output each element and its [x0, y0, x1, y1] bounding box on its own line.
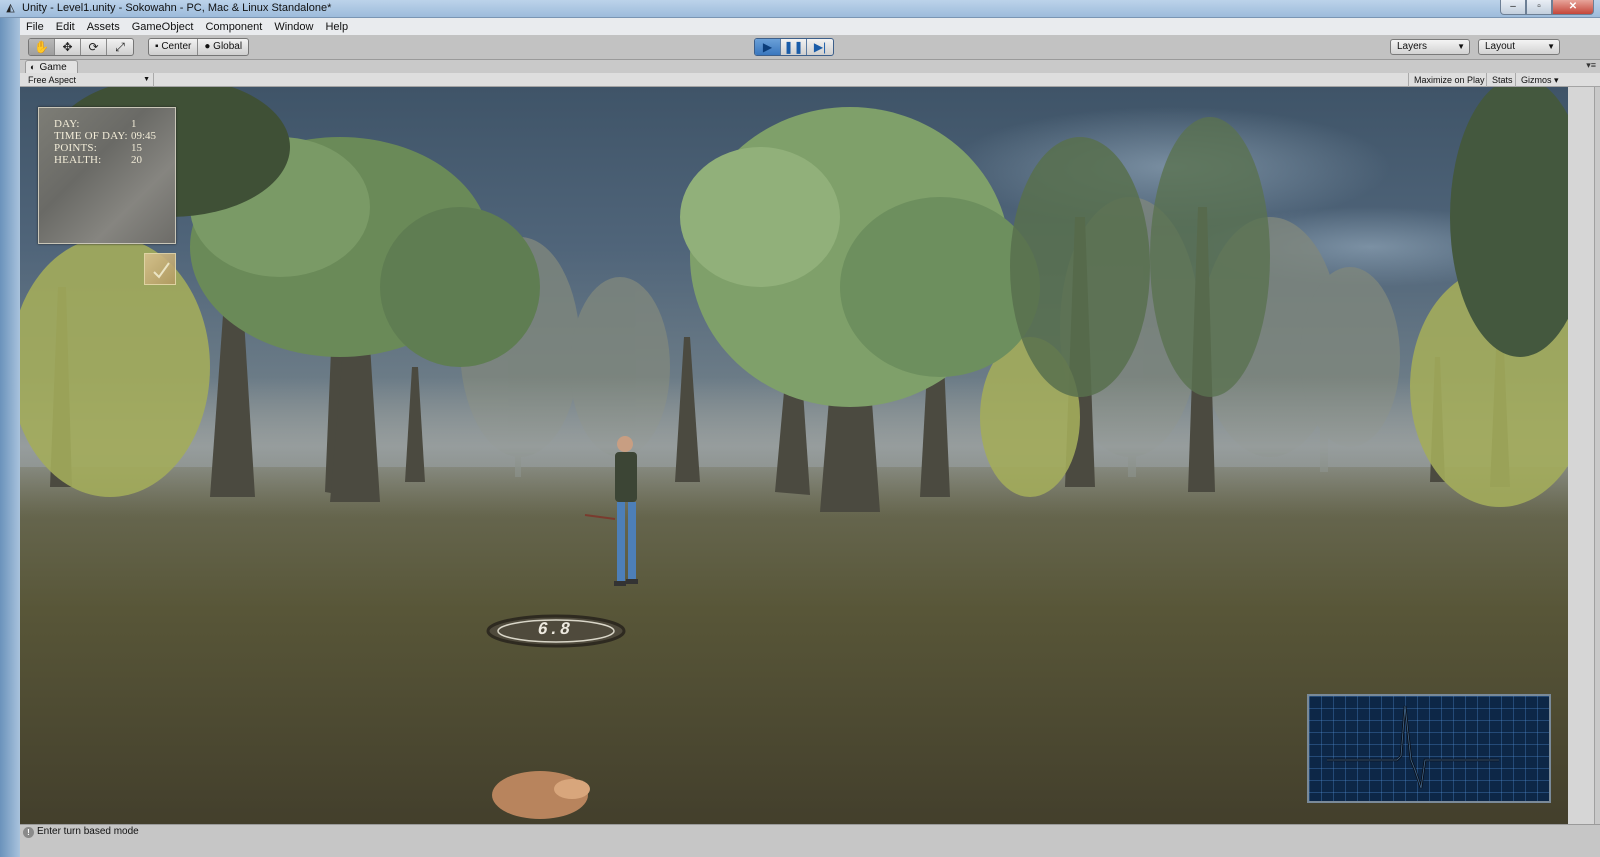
- gizmos-label: Gizmos: [1521, 75, 1552, 85]
- heart-monitor: [1307, 694, 1551, 803]
- hud-day-label: DAY:: [54, 118, 80, 130]
- info-icon: !: [23, 827, 34, 838]
- hand-tool-button[interactable]: ✋: [29, 39, 55, 55]
- checkmark-icon: [153, 262, 170, 279]
- stats-label: Stats: [1492, 75, 1513, 85]
- rotate-tool-button[interactable]: ⟳: [81, 39, 107, 55]
- step-button[interactable]: ▶|: [807, 39, 833, 55]
- main-toolbar: ✋ ✥ ⟳ ⤢ ▪ Center ● Global ▶ ❚❚ ▶| Layers…: [20, 35, 1600, 60]
- space-global-toggle[interactable]: ● Global: [198, 39, 248, 55]
- rotate-icon: ⟳: [88, 40, 99, 54]
- menu-file[interactable]: File: [20, 21, 50, 33]
- play-button[interactable]: ▶: [755, 39, 781, 55]
- game-viewport[interactable]: DAY: 1 TIME OF DAY: 09:45 POINTS: 15 HEA…: [20, 87, 1568, 824]
- maximize-on-play-label: Maximize on Play: [1414, 75, 1485, 85]
- scale-icon: ⤢: [115, 40, 125, 54]
- layers-label: Layers: [1397, 41, 1428, 52]
- status-hud-panel: DAY: 1 TIME OF DAY: 09:45 POINTS: 15 HEA…: [38, 107, 176, 244]
- menu-bar: File Edit Assets GameObject Component Wi…: [20, 18, 1600, 35]
- tab-game-label: Game: [39, 62, 67, 73]
- step-icon: ▶|: [813, 40, 827, 54]
- unity-editor-window: ◭ Unity - Level1.unity - Sokowahn - PC, …: [0, 0, 1600, 857]
- pause-icon: ❚❚: [783, 40, 804, 54]
- menu-gameobject[interactable]: GameObject: [126, 21, 200, 33]
- playback-controls: ▶ ❚❚ ▶|: [754, 38, 834, 56]
- menu-assets[interactable]: Assets: [81, 21, 126, 33]
- close-icon: ✕: [1568, 1, 1578, 12]
- panel-menu-icon[interactable]: ▾≡: [1586, 60, 1596, 71]
- play-icon: ▶: [762, 40, 773, 54]
- close-button[interactable]: ✕: [1552, 0, 1594, 15]
- left-window-edge: [0, 18, 20, 857]
- title-bar: ◭ Unity - Level1.unity - Sokowahn - PC, …: [0, 0, 1600, 18]
- menu-help[interactable]: Help: [319, 21, 354, 33]
- menu-edit[interactable]: Edit: [50, 21, 81, 33]
- chevron-down-icon: ▼: [1457, 42, 1465, 51]
- game-controller-icon: ◐: [30, 62, 36, 72]
- hud-health-label: HEALTH:: [54, 154, 102, 166]
- game-view-toolbar: Free Aspect ▼ Maximize on Play Stats Gizm…: [20, 73, 1600, 87]
- chevron-down-icon: ▼: [1547, 42, 1555, 51]
- minimize-icon: –: [1510, 1, 1516, 12]
- scrollbar[interactable]: [1594, 87, 1600, 824]
- menu-component[interactable]: Component: [199, 21, 268, 33]
- gizmos-dropdown[interactable]: Gizmos ▾: [1515, 73, 1564, 87]
- maximize-on-play-toggle[interactable]: Maximize on Play: [1408, 73, 1490, 87]
- hud-points-value: 15: [131, 142, 142, 154]
- hud-day-value: 1: [131, 118, 137, 130]
- aspect-label: Free Aspect: [28, 75, 77, 85]
- hud-points-label: POINTS:: [54, 142, 97, 154]
- pivot-center-toggle[interactable]: ▪ Center: [149, 39, 199, 55]
- hud-time-value: 09:45: [131, 130, 157, 142]
- status-message: Enter turn based mode: [37, 826, 139, 837]
- maximize-button[interactable]: ▫: [1526, 0, 1552, 15]
- hud-time-label: TIME OF DAY:: [54, 130, 128, 142]
- globe-icon: ●: [204, 41, 214, 52]
- menu-window[interactable]: Window: [268, 21, 319, 33]
- tab-game[interactable]: ◐ Game: [25, 60, 78, 73]
- status-bar: ! Enter turn based mode: [20, 824, 1600, 857]
- aspect-dropdown[interactable]: Free Aspect ▼: [24, 73, 154, 87]
- pause-button[interactable]: ❚❚: [781, 39, 807, 55]
- window-title: Unity - Level1.unity - Sokowahn - PC, Ma…: [22, 2, 332, 14]
- game-tab-row: ◐ Game ▾≡: [20, 60, 1600, 73]
- maximize-icon: ▫: [1537, 1, 1541, 12]
- pivot-toggles: ▪ Center ● Global: [148, 38, 250, 56]
- turn-mode-toggle[interactable]: [144, 253, 176, 285]
- transform-tools: ✋ ✥ ⟳ ⤢: [28, 38, 134, 56]
- stats-toggle[interactable]: Stats: [1486, 73, 1518, 87]
- layout-label: Layout: [1485, 41, 1516, 52]
- layout-dropdown[interactable]: Layout ▼: [1478, 39, 1560, 55]
- distance-marker: 6.8: [484, 614, 628, 648]
- minimize-button[interactable]: –: [1500, 0, 1526, 15]
- scale-tool-button[interactable]: ⤢: [107, 39, 133, 55]
- heartbeat-line: [1327, 705, 1499, 789]
- chevron-down-icon: ▾: [1551, 75, 1559, 85]
- space-label: Global: [213, 41, 243, 52]
- chevron-down-icon: ▼: [143, 76, 150, 83]
- hud-health-value: 20: [131, 154, 142, 166]
- distance-value: 6.8: [536, 619, 576, 638]
- unity-logo-icon: ◭: [6, 2, 15, 14]
- right-panel-edge: [1568, 87, 1600, 824]
- pivot-label: Center: [161, 41, 192, 52]
- hand-icon: ✋: [34, 40, 49, 54]
- layers-dropdown[interactable]: Layers ▼: [1390, 39, 1470, 55]
- move-icon: ✥: [62, 40, 73, 54]
- move-tool-button[interactable]: ✥: [55, 39, 81, 55]
